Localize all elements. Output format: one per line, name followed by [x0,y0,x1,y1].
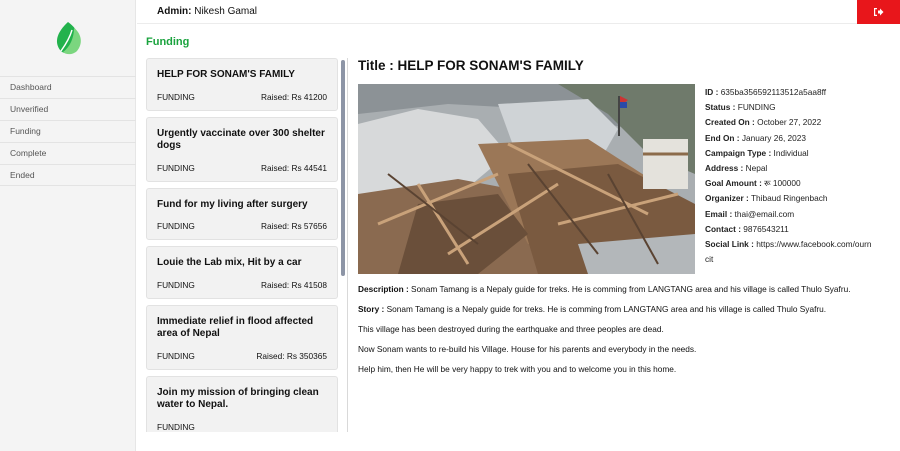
info-value: January 26, 2023 [741,132,807,143]
story-text: Sonam Tamang is a Nepaly guide for treks… [386,304,827,314]
info-label: End On : [705,132,740,143]
info-label: Status : [705,102,736,113]
story-line: This village has been destroyed during t… [358,324,664,334]
campaign-title: Fund for my living after surgery [157,198,308,210]
campaign-status: FUNDING [157,279,195,290]
campaign-list[interactable]: HELP FOR SONAM'S FAMILY FUNDING Raised: R… [146,58,346,432]
info-organizer: Organizer : Thibaud Ringenbach [705,191,875,206]
info-id: ID : 635ba356592113512a5aa8ff [705,85,875,100]
sidebar-item-complete[interactable]: Complete [0,142,136,164]
info-label: Created On : [705,117,755,128]
campaign-info: ID : 635ba356592113512a5aa8ff Status : F… [705,85,875,267]
info-social: Social Link : https://www.facebook.com/o… [705,237,875,267]
info-value: 635ba356592113512a5aa8ff [720,87,827,97]
info-label: Campaign Type : [705,147,772,158]
info-goal: Goal Amount : रू 100000 [705,176,875,191]
info-address: Address : Nepal [705,161,875,176]
campaign-status: FUNDING [157,350,195,361]
info-status: Status : FUNDING [705,100,875,115]
campaign-raised: Raised: Rs 41508 [261,279,327,290]
list-scrollbar[interactable] [341,60,345,276]
info-label: Organizer : [705,193,749,204]
story-line: Now Sonam wants to re-build his Village.… [358,344,697,354]
info-contact: Contact : 9876543211 [705,222,875,237]
info-value: Individual [773,147,809,158]
campaign-status: FUNDING [157,421,195,432]
campaign-status: FUNDING [157,162,195,173]
sign-out-icon [874,8,884,16]
admin-label: Admin: [157,6,192,17]
info-value: October 27, 2022 [757,117,822,128]
info-value: Nepal [745,163,768,174]
info-value: thai@email.com [734,208,795,219]
story-paragraph: Story : Sonam Tamang is a Nepaly guide f… [358,304,878,314]
campaign-card[interactable]: HELP FOR SONAM'S FAMILY FUNDING Raised: R… [146,58,338,111]
campaign-title: Join my mission of bringing clean water … [157,386,319,411]
info-value: 9876543211 [743,223,789,234]
sidebar-item-unverified[interactable]: Unverified [0,98,136,120]
info-label: ID : [705,87,719,97]
story-line: Help him, then He will be very happy to … [358,364,677,374]
campaign-title: Louie the Lab mix, Hit by a car [157,257,302,268]
info-label: Social Link : [705,239,754,250]
sidebar-item-ended[interactable]: Ended [0,164,136,186]
campaign-raised: Raised: Rs 350365 [256,350,327,361]
campaign-title: Immediate relief in flood affected area … [157,315,314,340]
sidebar-item-funding[interactable]: Funding [0,120,136,142]
earthquake-rubble-image [358,84,695,274]
campaign-title: Urgently vaccinate over 300 shelter dogs [157,127,325,152]
info-label: Contact : [705,223,741,234]
campaign-card[interactable]: Join my mission of bringing clean water … [146,375,338,432]
sidebar-item-dashboard[interactable]: Dashboard [0,76,136,98]
info-created: Created On : October 27, 2022 [705,115,875,130]
info-label: Goal Amount : [705,178,762,189]
campaign-card[interactable]: Louie the Lab mix, Hit by a car FUNDING R… [146,246,338,299]
campaign-description: Description : Sonam Tamang is a Nepaly g… [358,284,878,384]
info-value: रू 100000 [764,178,801,189]
description-label: Description : [358,284,409,294]
campaign-status: FUNDING [157,91,195,102]
description-paragraph: Description : Sonam Tamang is a Nepaly g… [358,284,878,294]
info-label: Address : [705,163,744,174]
info-value: FUNDING [737,102,776,113]
logout-button[interactable] [857,0,900,24]
campaign-card[interactable]: Urgently vaccinate over 300 shelter dogs… [146,116,338,182]
sidebar: Dashboard Unverified Funding Complete En… [0,0,136,451]
description-text: Sonam Tamang is a Nepaly guide for treks… [411,284,851,294]
campaign-title: HELP FOR SONAM'S FAMILY [157,69,295,80]
info-value: Thibaud Ringenbach [750,193,828,204]
admin-name: Nikesh Gamal [194,6,258,17]
topbar: Admin: Nikesh Gamal [137,0,900,24]
info-email: Email : thai@email.com [705,207,875,222]
campaign-raised: Raised: Rs 41200 [261,91,327,102]
campaign-status: FUNDING [157,221,195,231]
info-label: Email : [705,208,733,219]
sidebar-nav: Dashboard Unverified Funding Complete En… [0,76,136,186]
section-title: Funding [146,36,190,48]
campaign-raised: Raised: Rs 57656 [261,221,327,231]
detail-title: Title : HELP FOR SONAM'S FAMILY [358,58,584,73]
info-end: End On : January 26, 2023 [705,131,875,146]
leaf-icon[interactable] [52,20,84,56]
divider [347,58,348,432]
campaign-card[interactable]: Immediate relief in flood affected area … [146,304,338,370]
campaign-raised: Raised: Rs 44541 [261,162,327,173]
story-label: Story : [358,304,385,314]
campaign-card[interactable]: Fund for my living after surgery FUNDING… [146,187,338,240]
campaign-image [358,84,695,274]
info-type: Campaign Type : Individual [705,146,875,161]
admin-info: Admin: Nikesh Gamal [157,6,257,17]
